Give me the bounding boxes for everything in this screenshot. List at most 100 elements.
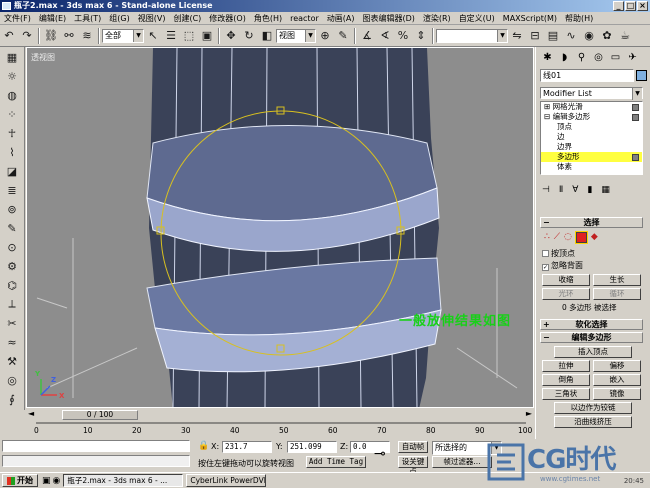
modifier-toggle-icon[interactable]: [632, 104, 639, 111]
key-icon[interactable]: ⊸: [374, 446, 386, 462]
modifier-toggle-icon[interactable]: [632, 114, 639, 121]
pin-stack-icon[interactable]: ⊣: [542, 185, 550, 195]
bone-icon[interactable]: ⚒: [1, 352, 23, 370]
menu-reactor[interactable]: reactor: [286, 12, 323, 24]
helix-icon[interactable]: ⌬: [1, 276, 23, 294]
render-scene-icon[interactable]: ✿: [599, 28, 615, 44]
menu-graph-editors[interactable]: 图表编辑器(D): [358, 12, 418, 24]
rollout-selection-header[interactable]: − 选择: [540, 217, 643, 228]
pivot-center-icon[interactable]: ⊕: [317, 28, 333, 44]
border-mode-icon[interactable]: ◌: [564, 232, 572, 243]
grow-button[interactable]: 生长: [593, 274, 641, 286]
rollout-edit-polygons-header[interactable]: − 编辑多边形: [540, 332, 643, 343]
stack-subitem[interactable]: 边: [541, 132, 642, 142]
next-frame-icon[interactable]: ►: [526, 409, 532, 418]
key-filters-button[interactable]: 帧过滤器...: [432, 456, 492, 468]
space-warp-icon[interactable]: ✂: [1, 314, 23, 332]
browser-icon[interactable]: ◉: [53, 476, 61, 486]
stack-subitem[interactable]: 体素: [541, 162, 642, 172]
object-color-swatch[interactable]: [636, 70, 647, 81]
angle-snap-icon[interactable]: ∢: [377, 28, 393, 44]
bind-space-warp-icon[interactable]: ≋: [79, 28, 95, 44]
auto-key-button[interactable]: 自动帧: [398, 441, 428, 453]
sphere-icon[interactable]: ◍: [1, 86, 23, 104]
named-selection-dropdown[interactable]: ▼: [436, 28, 508, 43]
select-by-name-icon[interactable]: ☰: [163, 28, 179, 44]
select-manipulate-icon[interactable]: ✎: [335, 28, 351, 44]
utilities-tab-icon[interactable]: ✈: [625, 49, 640, 65]
set-key-button[interactable]: 设关键点: [398, 456, 428, 476]
move-icon[interactable]: ✥: [223, 28, 239, 44]
motion-tab-icon[interactable]: ◎: [591, 49, 606, 65]
object-name-field[interactable]: 线01: [540, 69, 634, 82]
menu-maxscript[interactable]: MAXScript(M): [499, 12, 561, 24]
menu-views[interactable]: 视图(V): [134, 12, 170, 24]
ignore-backfacing-checkbox[interactable]: ✓ 忽略背面: [542, 260, 583, 271]
stack-subitem[interactable]: 边界: [541, 142, 642, 152]
polygon-mode-icon[interactable]: [574, 231, 588, 244]
time-slider[interactable]: 0 / 100 ◄ ►: [26, 409, 534, 421]
desktop-icon[interactable]: ▣: [42, 476, 51, 486]
maxscript-output[interactable]: [2, 455, 190, 467]
connect-icon[interactable]: ⟂: [1, 295, 23, 313]
inset-button[interactable]: 嵌入: [593, 374, 641, 386]
viewport-label[interactable]: 透视图: [31, 52, 55, 63]
modify-tab-icon[interactable]: ◗: [557, 49, 572, 65]
stack-item[interactable]: ⊟ 编辑多边形: [541, 112, 642, 122]
remove-modifier-icon[interactable]: ▮: [587, 185, 592, 195]
extrude-button[interactable]: 拉伸: [542, 360, 590, 372]
percent-snap-icon[interactable]: %: [395, 28, 411, 44]
menu-rendering[interactable]: 渲染(R): [419, 12, 455, 24]
hierarchy-tab-icon[interactable]: ⚲: [574, 49, 589, 65]
menu-character[interactable]: 角色(H): [250, 12, 286, 24]
lights-icon[interactable]: ☼: [1, 67, 23, 85]
mirror-icon[interactable]: ⇋: [509, 28, 525, 44]
modifier-toggle-icon[interactable]: [632, 154, 639, 161]
loop-button[interactable]: 循环: [593, 288, 641, 300]
bevel-button[interactable]: 倒角: [542, 374, 590, 386]
rope-icon[interactable]: ∮: [1, 390, 23, 408]
vertex-mode-icon[interactable]: ∴: [544, 232, 550, 243]
gear-icon[interactable]: ⚙: [1, 257, 23, 275]
paint-icon[interactable]: ✎: [1, 219, 23, 237]
box-icon[interactable]: ◪: [1, 162, 23, 180]
align-icon[interactable]: ⊟: [527, 28, 543, 44]
undo-icon[interactable]: ↶: [1, 28, 17, 44]
scale-icon[interactable]: ◧: [259, 28, 275, 44]
triangulate-button[interactable]: 三角状: [542, 388, 590, 400]
perspective-viewport[interactable]: 透视图 一般放伸结果如图 X Y Z: [26, 47, 534, 408]
menu-edit[interactable]: 编辑(E): [35, 12, 70, 24]
create-geometry-icon[interactable]: ▦: [1, 48, 23, 66]
quick-render-icon[interactable]: ☕: [617, 28, 633, 44]
minimize-button[interactable]: _: [613, 1, 624, 11]
add-time-tag-button[interactable]: Add Time Tag: [306, 456, 366, 468]
make-unique-icon[interactable]: ∀: [572, 185, 578, 195]
insert-vertex-button[interactable]: 插入顶点: [554, 346, 632, 358]
stack-item[interactable]: ⊞ 网格光滑: [541, 102, 642, 112]
wave-icon[interactable]: ≈: [1, 333, 23, 351]
stack-subitem[interactable]: 顶点: [541, 122, 642, 132]
maximize-button[interactable]: □: [625, 1, 636, 11]
character-icon[interactable]: ☥: [1, 124, 23, 142]
taskbar-item-powerdvd[interactable]: CyberLink PowerDVD: [186, 474, 267, 487]
layer-manager-icon[interactable]: ▤: [545, 28, 561, 44]
ring-button[interactable]: 光环: [542, 288, 590, 300]
stack-icon[interactable]: ≣: [1, 181, 23, 199]
close-button[interactable]: ×: [637, 1, 648, 11]
configure-sets-icon[interactable]: ▦: [601, 185, 610, 195]
modifier-list-dropdown[interactable]: Modifier List ▼: [540, 87, 643, 100]
display-tab-icon[interactable]: ▭: [608, 49, 623, 65]
nurbs-icon[interactable]: ⌇: [1, 143, 23, 161]
menu-animation[interactable]: 动画(A): [323, 12, 359, 24]
flip-button[interactable]: 镜像: [593, 388, 641, 400]
stack-subitem-selected[interactable]: 多边形: [541, 152, 642, 162]
taskbar-item-3dsmax[interactable]: 瓶子2.max - 3ds max 6 - ...: [63, 474, 184, 487]
rollout-soft-selection-header[interactable]: + 软化选择: [540, 319, 643, 330]
curve-editor-icon[interactable]: ∿: [563, 28, 579, 44]
spinner-snap-icon[interactable]: ⇕: [413, 28, 429, 44]
menu-modifiers[interactable]: 修改器(O): [205, 12, 250, 24]
hinge-from-edge-button[interactable]: 以边作为铰链: [554, 402, 632, 414]
menu-group[interactable]: 组(G): [105, 12, 133, 24]
maxscript-listener[interactable]: [2, 440, 190, 452]
time-slider-thumb[interactable]: 0 / 100: [62, 410, 138, 420]
